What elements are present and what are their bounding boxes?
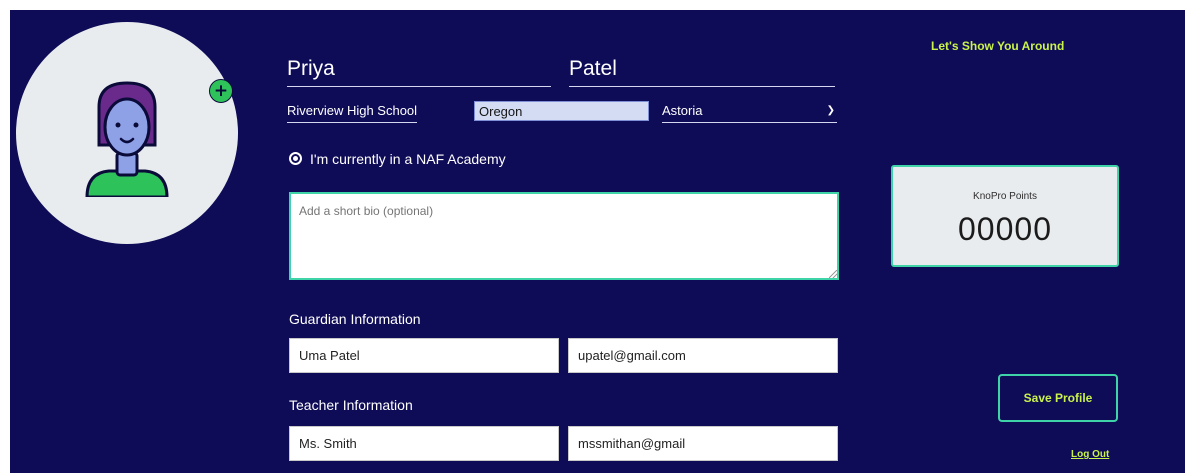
guardian-name-input[interactable]: Uma Patel	[289, 338, 559, 373]
points-label: KnoPro Points	[973, 191, 1037, 202]
chevron-down-icon: ❯	[826, 105, 835, 116]
points-value: 00000	[958, 211, 1052, 247]
logout-link[interactable]: Log Out	[1071, 449, 1109, 460]
add-photo-button[interactable]: +	[209, 79, 233, 103]
last-name-field[interactable]: Patel	[569, 56, 835, 87]
profile-panel: + Priya Patel Riverview High School Oreg…	[10, 10, 1185, 473]
school-field[interactable]: Riverview High School	[287, 103, 418, 123]
city-select-value: Astoria	[662, 103, 703, 118]
save-profile-button[interactable]: Save Profile	[998, 374, 1118, 422]
teacher-name-input[interactable]: Ms. Smith	[289, 426, 559, 461]
bio-textarea[interactable]	[289, 192, 839, 280]
tour-link[interactable]: Let's Show You Around	[931, 39, 1064, 53]
guardian-email-input[interactable]: upatel@gmail.com	[568, 338, 838, 373]
plus-icon: +	[213, 81, 229, 101]
naf-academy-label: I'm currently in a NAF Academy	[310, 151, 506, 167]
first-name-field[interactable]: Priya	[287, 56, 551, 87]
teacher-email-input[interactable]: mssmithan@gmail	[568, 426, 838, 461]
teacher-section-label: Teacher Information	[289, 397, 413, 413]
resize-handle[interactable]	[829, 270, 837, 278]
save-profile-label: Save Profile	[1023, 391, 1093, 405]
guardian-section-label: Guardian Information	[289, 311, 421, 327]
student-avatar-icon	[85, 81, 169, 197]
naf-academy-radio[interactable]	[289, 152, 302, 165]
city-select[interactable]: Astoria ❯	[662, 103, 837, 123]
state-input[interactable]: Oregon	[474, 101, 649, 121]
points-card: KnoPro Points 00000	[891, 165, 1119, 267]
avatar	[16, 22, 238, 244]
